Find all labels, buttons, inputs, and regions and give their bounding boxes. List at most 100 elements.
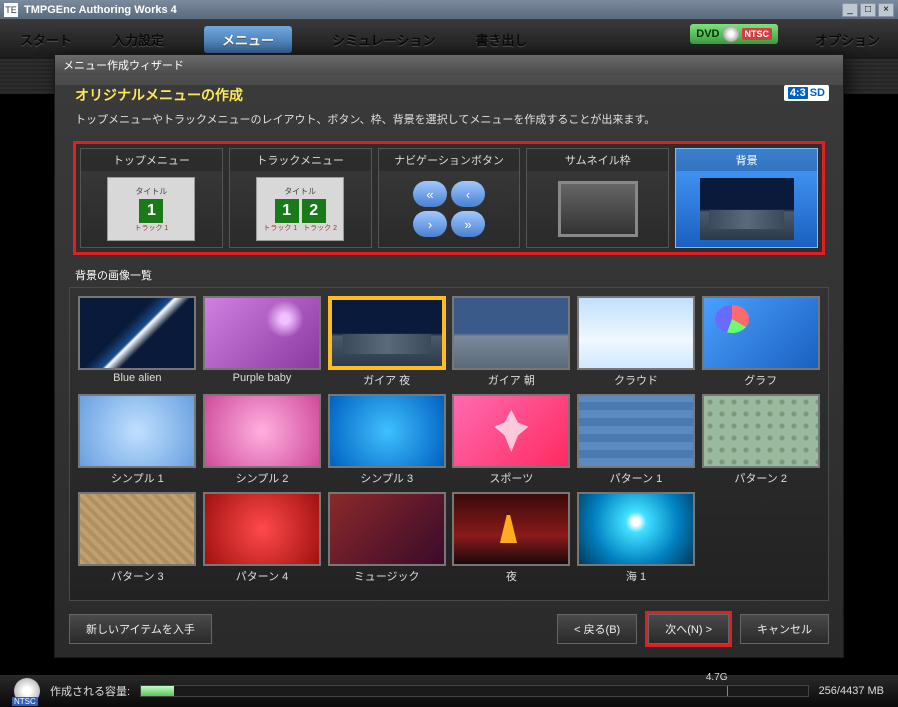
storage-fill xyxy=(141,686,174,696)
gallery-item-label: パターン 1 xyxy=(610,470,663,486)
maximize-button[interactable]: □ xyxy=(860,3,876,17)
menu-wizard: メニュー作成ウィザード オリジナルメニューの作成 トップメニューやトラックメニュ… xyxy=(54,54,844,658)
gallery-item-label: ガイア 夜 xyxy=(363,372,410,388)
disc-icon xyxy=(723,26,739,42)
mock-title: タイトル xyxy=(135,186,167,197)
background-gallery: Blue alien Purple baby ガイア 夜 ガイア 朝クラウド グラフシン… xyxy=(69,287,829,601)
category-row: トップメニュー タイトル 1 トラック 1 トラックメニュー タイトル 12 ト… xyxy=(73,141,825,255)
tab-output[interactable]: 書き出し xyxy=(476,30,528,49)
nav-first-icon: « xyxy=(413,181,447,207)
gallery-label: 背景の画像一覧 xyxy=(55,261,843,287)
tab-start[interactable]: スタート xyxy=(20,30,72,49)
category-thumbnail[interactable]: サムネイル枠 xyxy=(526,148,669,248)
gallery-item[interactable]: クラウド xyxy=(577,296,696,388)
gallery-item-label: シンプル 3 xyxy=(360,470,413,486)
category-label: サムネイル枠 xyxy=(527,149,668,171)
close-button[interactable]: × xyxy=(878,3,894,17)
gallery-item[interactable]: シンプル 1 xyxy=(78,394,197,486)
gallery-thumb xyxy=(577,296,695,370)
minimize-button[interactable]: _ xyxy=(842,3,858,17)
gallery-thumb xyxy=(577,492,695,566)
storage-size: 256/4437 MB xyxy=(819,685,884,697)
category-topmenu[interactable]: トップメニュー タイトル 1 トラック 1 xyxy=(80,148,223,248)
gallery-item-label: Blue alien xyxy=(113,372,161,384)
gallery-item[interactable]: シンプル 3 xyxy=(327,394,446,486)
disc-icon: NTSC xyxy=(14,678,40,704)
mock-track1: トラック 1 xyxy=(134,223,168,233)
dvd-label: DVD xyxy=(696,28,719,40)
aspect-badge: 4:3 SD xyxy=(784,85,829,101)
gallery-thumb xyxy=(328,394,446,468)
gallery-item[interactable]: パターン 1 xyxy=(577,394,696,486)
format-badge[interactable]: DVD NTSC xyxy=(690,24,778,44)
gallery-item[interactable]: 夜 xyxy=(452,492,571,584)
gallery-thumb xyxy=(328,296,446,370)
gallery-item[interactable]: Blue alien xyxy=(78,296,197,388)
gallery-thumb xyxy=(203,394,321,468)
gallery-item-label: スポーツ xyxy=(489,470,533,486)
nav-next-icon: › xyxy=(413,211,447,237)
gallery-thumb xyxy=(78,394,196,468)
gallery-item[interactable]: ガイア 夜 xyxy=(327,296,446,388)
gallery-item[interactable]: Purple baby xyxy=(203,296,322,388)
category-trackmenu[interactable]: トラックメニュー タイトル 12 トラック 1トラック 2 xyxy=(229,148,372,248)
storage-gauge: 4.7G xyxy=(140,685,809,697)
next-button[interactable]: 次へ(N) > xyxy=(648,614,729,644)
storage-bar: NTSC 作成される容量: 4.7G 256/4437 MB xyxy=(0,675,898,707)
gallery-item[interactable]: 海 1 xyxy=(577,492,696,584)
gallery-item[interactable]: シンプル 2 xyxy=(203,394,322,486)
gallery-item-label: シンプル 1 xyxy=(111,470,164,486)
tab-option[interactable]: オプション xyxy=(815,30,880,49)
gallery-item-label: 夜 xyxy=(506,568,517,584)
back-button[interactable]: < 戻る(B) xyxy=(557,614,637,644)
gallery-thumb xyxy=(203,296,321,370)
gallery-item[interactable]: パターン 2 xyxy=(701,394,820,486)
category-label: トラックメニュー xyxy=(230,149,371,171)
wizard-intro: オリジナルメニューの作成 トップメニューやトラックメニューのレイアウト、ボタン、… xyxy=(55,75,843,135)
nav-last-icon: » xyxy=(451,211,485,237)
storage-markline xyxy=(727,686,728,696)
gallery-thumb xyxy=(328,492,446,566)
category-navbutton[interactable]: ナビゲーションボタン « ‹ › » xyxy=(378,148,521,248)
wizard-footer: 新しいアイテムを入手 < 戻る(B) 次へ(N) > キャンセル xyxy=(55,601,843,657)
gallery-thumb xyxy=(203,492,321,566)
gallery-item[interactable]: ガイア 朝 xyxy=(452,296,571,388)
category-background[interactable]: 背景 xyxy=(675,148,818,248)
app-icon: TE xyxy=(4,3,18,17)
category-label: ナビゲーションボタン xyxy=(379,149,520,171)
gallery-thumb xyxy=(577,394,695,468)
gallery-item-label: パターン 2 xyxy=(734,470,787,486)
aspect-ratio: 4:3 xyxy=(788,87,808,99)
gallery-item-label: クラウド xyxy=(614,372,658,388)
gallery-thumb xyxy=(78,492,196,566)
ntsc-badge: NTSC xyxy=(742,28,773,40)
storage-label: 作成される容量: xyxy=(50,683,130,699)
gallery-thumb xyxy=(702,394,820,468)
nav-prev-icon: ‹ xyxy=(451,181,485,207)
gallery-item-label: ミュージック xyxy=(354,568,420,584)
get-new-items-button[interactable]: 新しいアイテムを入手 xyxy=(69,614,212,644)
mock-title: タイトル xyxy=(284,186,316,197)
tab-input[interactable]: 入力設定 xyxy=(112,30,164,49)
gallery-item[interactable]: パターン 3 xyxy=(78,492,197,584)
tab-sim[interactable]: シミュレーション xyxy=(332,30,435,49)
cancel-button[interactable]: キャンセル xyxy=(740,614,829,644)
bg-preview xyxy=(700,178,794,240)
gallery-item-label: パターン 4 xyxy=(236,568,289,584)
gallery-item[interactable]: ミュージック xyxy=(327,492,446,584)
gallery-thumb xyxy=(452,394,570,468)
gallery-item-label: Purple baby xyxy=(233,372,292,384)
wizard-desc: トップメニューやトラックメニューのレイアウト、ボタン、枠、背景を選択してメニュー… xyxy=(75,111,823,127)
category-label: 背景 xyxy=(676,149,817,171)
thumb-frame-preview xyxy=(558,181,638,237)
tab-menu[interactable]: メニュー xyxy=(204,26,292,53)
gallery-item-label: 海 1 xyxy=(626,568,646,584)
gallery-item[interactable]: グラフ xyxy=(701,296,820,388)
gallery-thumb xyxy=(452,492,570,566)
gallery-item-label: シンプル 2 xyxy=(236,470,289,486)
gallery-item[interactable]: パターン 4 xyxy=(203,492,322,584)
gallery-thumb xyxy=(78,296,196,370)
gallery-thumb xyxy=(702,296,820,370)
gallery-item-label: パターン 3 xyxy=(111,568,164,584)
gallery-item[interactable]: スポーツ xyxy=(452,394,571,486)
